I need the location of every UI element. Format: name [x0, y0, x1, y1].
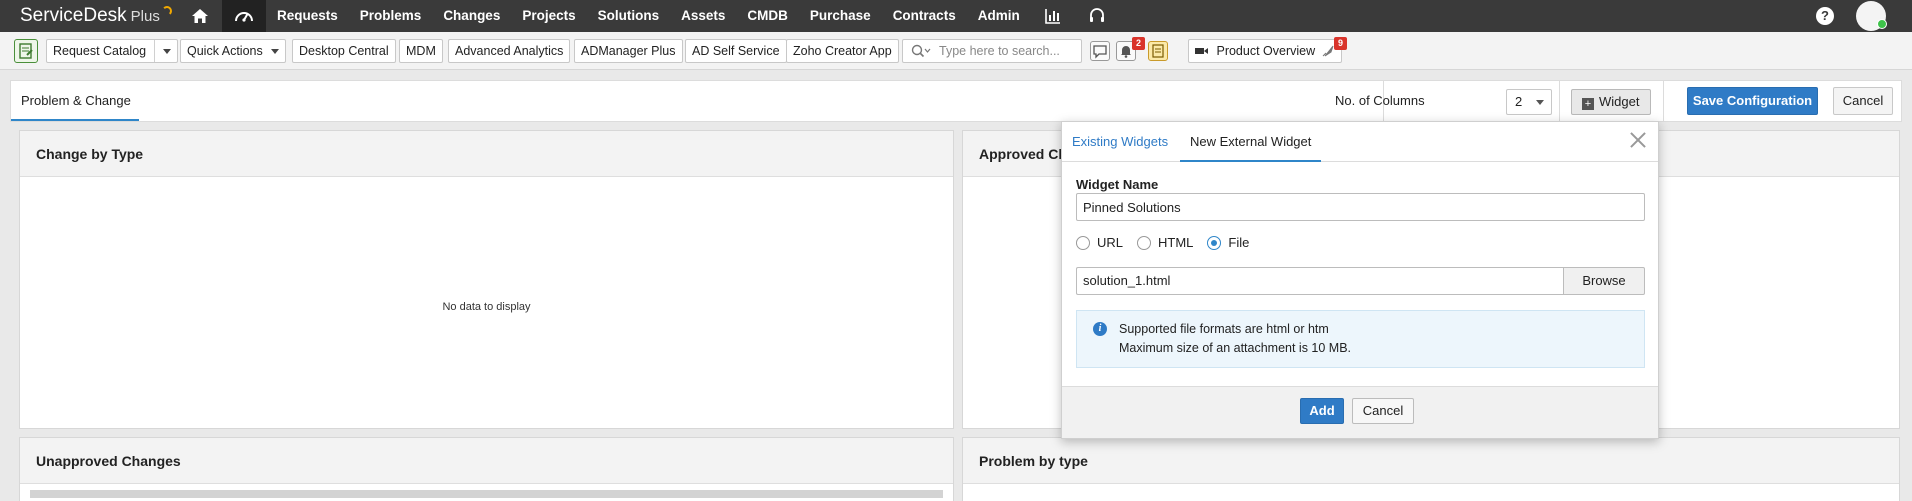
- logo-plus-text: Plus: [130, 7, 160, 25]
- add-widget-button[interactable]: + Widget: [1571, 89, 1651, 115]
- tab-existing-widgets[interactable]: Existing Widgets: [1072, 122, 1168, 162]
- dialog-cancel-button[interactable]: Cancel: [1352, 398, 1414, 424]
- radio-html-label: HTML: [1158, 235, 1194, 250]
- quick-actions-dropdown[interactable]: Quick Actions: [180, 39, 286, 63]
- task-notes-icon[interactable]: [1148, 41, 1168, 61]
- quick-actions-label: Quick Actions: [187, 44, 263, 58]
- chevron-down-icon: [163, 49, 172, 55]
- reminder-badge: 2: [1132, 37, 1145, 50]
- chevron-down-icon: [1536, 100, 1544, 105]
- widget-problem-by-type: Problem by type: [962, 437, 1900, 501]
- product-overview-badge: 9: [1334, 37, 1347, 50]
- widget-name-input[interactable]: [1076, 193, 1645, 221]
- browse-button[interactable]: Browse: [1563, 267, 1645, 295]
- widget-label: Widget: [1599, 94, 1640, 109]
- zoho-creator-button[interactable]: Zoho Creator App: [786, 39, 899, 63]
- divider: [1559, 81, 1560, 121]
- add-button[interactable]: Add: [1300, 398, 1344, 424]
- plus-square-icon: +: [1582, 98, 1594, 110]
- desktop-central-button[interactable]: Desktop Central: [292, 39, 396, 63]
- dashboard-icon[interactable]: [222, 0, 266, 32]
- search-icon: [911, 44, 931, 58]
- mdm-button[interactable]: MDM: [399, 39, 443, 63]
- widget-unapproved-changes: Unapproved Changes: [19, 437, 954, 501]
- headset-icon[interactable]: [1075, 0, 1119, 32]
- radio-circle[interactable]: [1137, 235, 1152, 250]
- product-overview-label: Product Overview: [1216, 44, 1316, 58]
- columns-select[interactable]: 2: [1506, 89, 1552, 115]
- nav-solutions[interactable]: Solutions: [587, 0, 671, 32]
- radio-url-label: URL: [1097, 235, 1124, 250]
- widget-type-radio-group: URL HTML File: [1076, 235, 1263, 250]
- table-header-strip: [30, 490, 943, 498]
- radio-circle-selected[interactable]: [1207, 235, 1222, 250]
- logo-arc-icon: [161, 6, 172, 16]
- request-catalog-button[interactable]: Request Catalog: [46, 39, 179, 63]
- info-line-size: Maximum size of an attachment is 10 MB.: [1119, 341, 1352, 355]
- add-widget-dialog: Existing Widgets New External Widget Wid…: [1061, 121, 1659, 439]
- columns-value: 2: [1515, 94, 1523, 109]
- info-icon: i: [1093, 322, 1107, 336]
- widget-title: Unapproved Changes: [20, 438, 953, 484]
- radio-file-label: File: [1228, 235, 1250, 250]
- global-search-input[interactable]: Type here to search...: [902, 39, 1082, 63]
- cancel-button[interactable]: Cancel: [1833, 87, 1893, 115]
- search-placeholder: Type here to search...: [939, 44, 1060, 58]
- radio-html[interactable]: HTML: [1137, 235, 1193, 250]
- nav-changes[interactable]: Changes: [432, 0, 511, 32]
- close-icon[interactable]: [1628, 130, 1648, 150]
- nav-cmdb[interactable]: CMDB: [736, 0, 799, 32]
- help-icon[interactable]: ?: [1816, 7, 1834, 25]
- nav-problems[interactable]: Problems: [349, 0, 433, 32]
- tab-new-external-widget[interactable]: New External Widget: [1180, 122, 1322, 162]
- top-navigation-bar: ServiceDesk Plus Requests Problems Chang…: [0, 0, 1912, 32]
- video-camera-icon: [1195, 48, 1208, 54]
- dialog-tabs: Existing Widgets New External Widget: [1062, 122, 1658, 162]
- dashboard-tab-bar: Problem & Change No. of Columns 2 + Widge…: [10, 80, 1902, 122]
- save-configuration-button[interactable]: Save Configuration: [1687, 87, 1818, 115]
- reports-icon[interactable]: [1031, 0, 1075, 32]
- tab-problem-and-change[interactable]: Problem & Change: [11, 81, 139, 121]
- no-data-message: No data to display: [442, 301, 531, 313]
- new-request-icon[interactable]: [14, 39, 38, 63]
- app-logo[interactable]: ServiceDesk Plus: [0, 0, 178, 32]
- nav-requests[interactable]: Requests: [266, 0, 349, 32]
- nav-contracts[interactable]: Contracts: [882, 0, 967, 32]
- nav-purchase[interactable]: Purchase: [799, 0, 882, 32]
- info-line-formats: Supported file formats are html or htm: [1119, 322, 1329, 336]
- dialog-footer: Add Cancel: [1062, 386, 1658, 438]
- widget-title: Change by Type: [20, 131, 953, 177]
- chevron-down-icon: [270, 49, 279, 55]
- radio-url[interactable]: URL: [1076, 235, 1123, 250]
- nav-admin[interactable]: Admin: [967, 0, 1031, 32]
- info-message-box: i Supported file formats are html or htm…: [1076, 310, 1645, 368]
- widget-change-by-type: Change by Type No data to display: [19, 130, 954, 429]
- nav-assets[interactable]: Assets: [670, 0, 736, 32]
- file-path-field[interactable]: solution_1.html: [1076, 267, 1563, 295]
- user-avatar[interactable]: [1856, 1, 1887, 31]
- home-icon[interactable]: [178, 0, 222, 32]
- quick-toolbar: Request Catalog Quick Actions Desktop Ce…: [0, 32, 1912, 70]
- columns-label: No. of Columns: [1335, 93, 1425, 108]
- radio-circle[interactable]: [1076, 235, 1090, 250]
- radio-file[interactable]: File: [1207, 235, 1249, 250]
- divider: [1663, 81, 1664, 121]
- ad-self-service-button[interactable]: AD Self Service: [685, 39, 787, 63]
- request-catalog-label: Request Catalog: [53, 44, 147, 58]
- product-overview-button[interactable]: Product Overview: [1188, 39, 1343, 63]
- widget-title: Problem by type: [963, 438, 1899, 484]
- logo-text: ServiceDesk: [20, 5, 127, 26]
- advanced-analytics-button[interactable]: Advanced Analytics: [448, 39, 571, 63]
- admanager-plus-button[interactable]: ADManager Plus: [574, 39, 683, 63]
- nav-projects[interactable]: Projects: [511, 0, 586, 32]
- widget-name-label: Widget Name: [1076, 177, 1159, 192]
- nav-right-group: ?: [1816, 0, 1912, 32]
- chat-icon[interactable]: [1090, 41, 1110, 61]
